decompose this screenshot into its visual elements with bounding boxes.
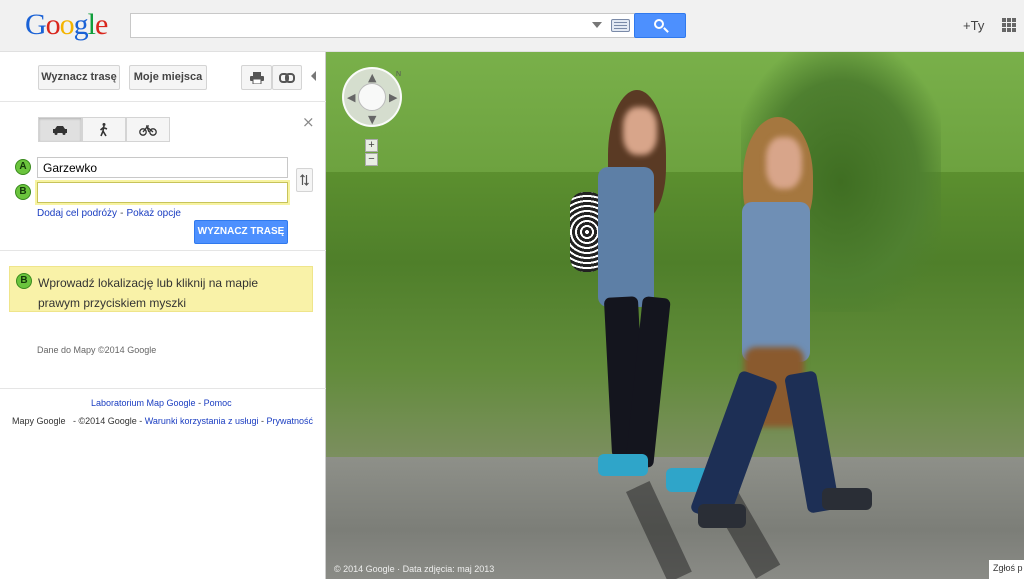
search-icon [654,19,664,29]
mode-car-button[interactable] [38,117,82,142]
zoom-out-button[interactable]: − [365,153,378,166]
footer-brand: Mapy Google [12,416,66,426]
add-destination-link[interactable]: Dodaj cel podróży [37,208,117,219]
imagery-credit: © 2014 Google · Data zdjęcia: maj 2013 [334,564,495,574]
account-link[interactable]: +Ty [963,18,984,33]
my-places-button[interactable]: Moje miejsca [129,65,207,90]
pan-center[interactable] [358,83,386,111]
footer-links: Laboratorium Map Google - Pomoc [91,398,232,408]
logo-letter: e [95,8,108,41]
footer-copyright: - ©2014 Google [73,416,137,426]
link-icon [279,73,295,83]
pan-right-icon[interactable]: ▶ [389,91,397,104]
pan-control[interactable]: ▲ ▼ ◀ ▶ N [342,67,402,127]
footer-separator: - [198,398,202,408]
pan-down-icon[interactable]: ▼ [368,113,376,126]
map-data-credit: Dane do Mapy ©2014 Google [37,345,157,355]
privacy-link[interactable]: Prywatność [267,416,314,426]
blurred-face [623,107,657,155]
directions-button[interactable]: Wyznacz trasę [38,65,120,90]
mode-bike-button[interactable] [126,117,170,142]
swap-arrows-icon [300,174,309,186]
footer-separator: - [261,416,264,426]
pan-up-icon[interactable]: ▲ [368,71,376,84]
footer-separator: - [139,416,143,426]
terms-link[interactable]: Warunki korzystania z usługi [145,416,259,426]
logo-letter: G [25,8,47,41]
get-directions-button[interactable]: WYZNACZ TRASĘ [194,220,288,244]
help-link[interactable]: Pomoc [204,398,232,408]
logo-letter: g [73,8,89,41]
bicycle-icon [139,125,157,136]
shoe [822,488,872,510]
logo-letter: l [87,8,96,41]
search-box [130,13,638,38]
hint-text: Wprowadź lokalizację lub kliknij na mapi… [38,276,259,310]
search-dropdown-icon[interactable] [592,22,602,28]
logo-letter: o [59,8,75,41]
point-b-field[interactable] [37,182,288,203]
report-problem-link[interactable]: Zgłoś p [989,560,1024,579]
divider [0,101,326,102]
link-button[interactable] [272,65,302,90]
car-icon [53,126,67,135]
labs-link[interactable]: Laboratorium Map Google [91,398,196,408]
close-icon[interactable]: × [302,113,315,131]
directions-links: Dodaj cel podróży - Pokaż opcje [37,207,181,219]
compass-north-label: N [396,71,402,78]
swap-points-button[interactable] [296,168,313,192]
hint-box: B Wprowadź lokalizację lub kliknij na ma… [9,266,313,312]
hint-marker: B [16,273,32,289]
mode-walk-button[interactable] [82,117,126,142]
logo-letter: o [45,8,61,41]
keyboard-icon[interactable] [611,19,630,32]
divider [0,250,326,251]
top-bar: Google +Ty [0,0,1024,52]
search-input[interactable] [131,14,571,37]
walking-icon [99,123,108,137]
pan-left-icon[interactable]: ◀ [347,91,355,104]
street-view-panorama[interactable]: ▲ ▼ ◀ ▶ N + − © 2014 Google · Data zdjęc… [326,52,1024,579]
directions-panel: Wyznacz trasę Moje miejsca × A Garzewko … [0,52,326,579]
divider [0,388,326,389]
zoom-in-button[interactable]: + [365,139,378,152]
shoe [698,504,746,528]
point-b-marker: B [15,184,31,200]
collapse-panel-icon[interactable] [311,71,316,81]
shoe [598,454,648,476]
apps-grid-icon[interactable] [1002,18,1016,32]
jacket [598,167,654,307]
link-separator: - [120,208,124,219]
footer-line: Mapy Google - ©2014 Google - Warunki kor… [12,416,313,426]
google-logo[interactable]: Google [25,8,108,42]
search-button[interactable] [634,13,686,38]
show-options-link[interactable]: Pokaż opcje [127,208,181,219]
point-a-marker: A [15,159,31,175]
blurred-face [766,137,802,189]
printer-icon [249,72,264,85]
point-a-field[interactable] [37,157,288,178]
print-button[interactable] [241,65,272,90]
jacket [742,202,810,362]
